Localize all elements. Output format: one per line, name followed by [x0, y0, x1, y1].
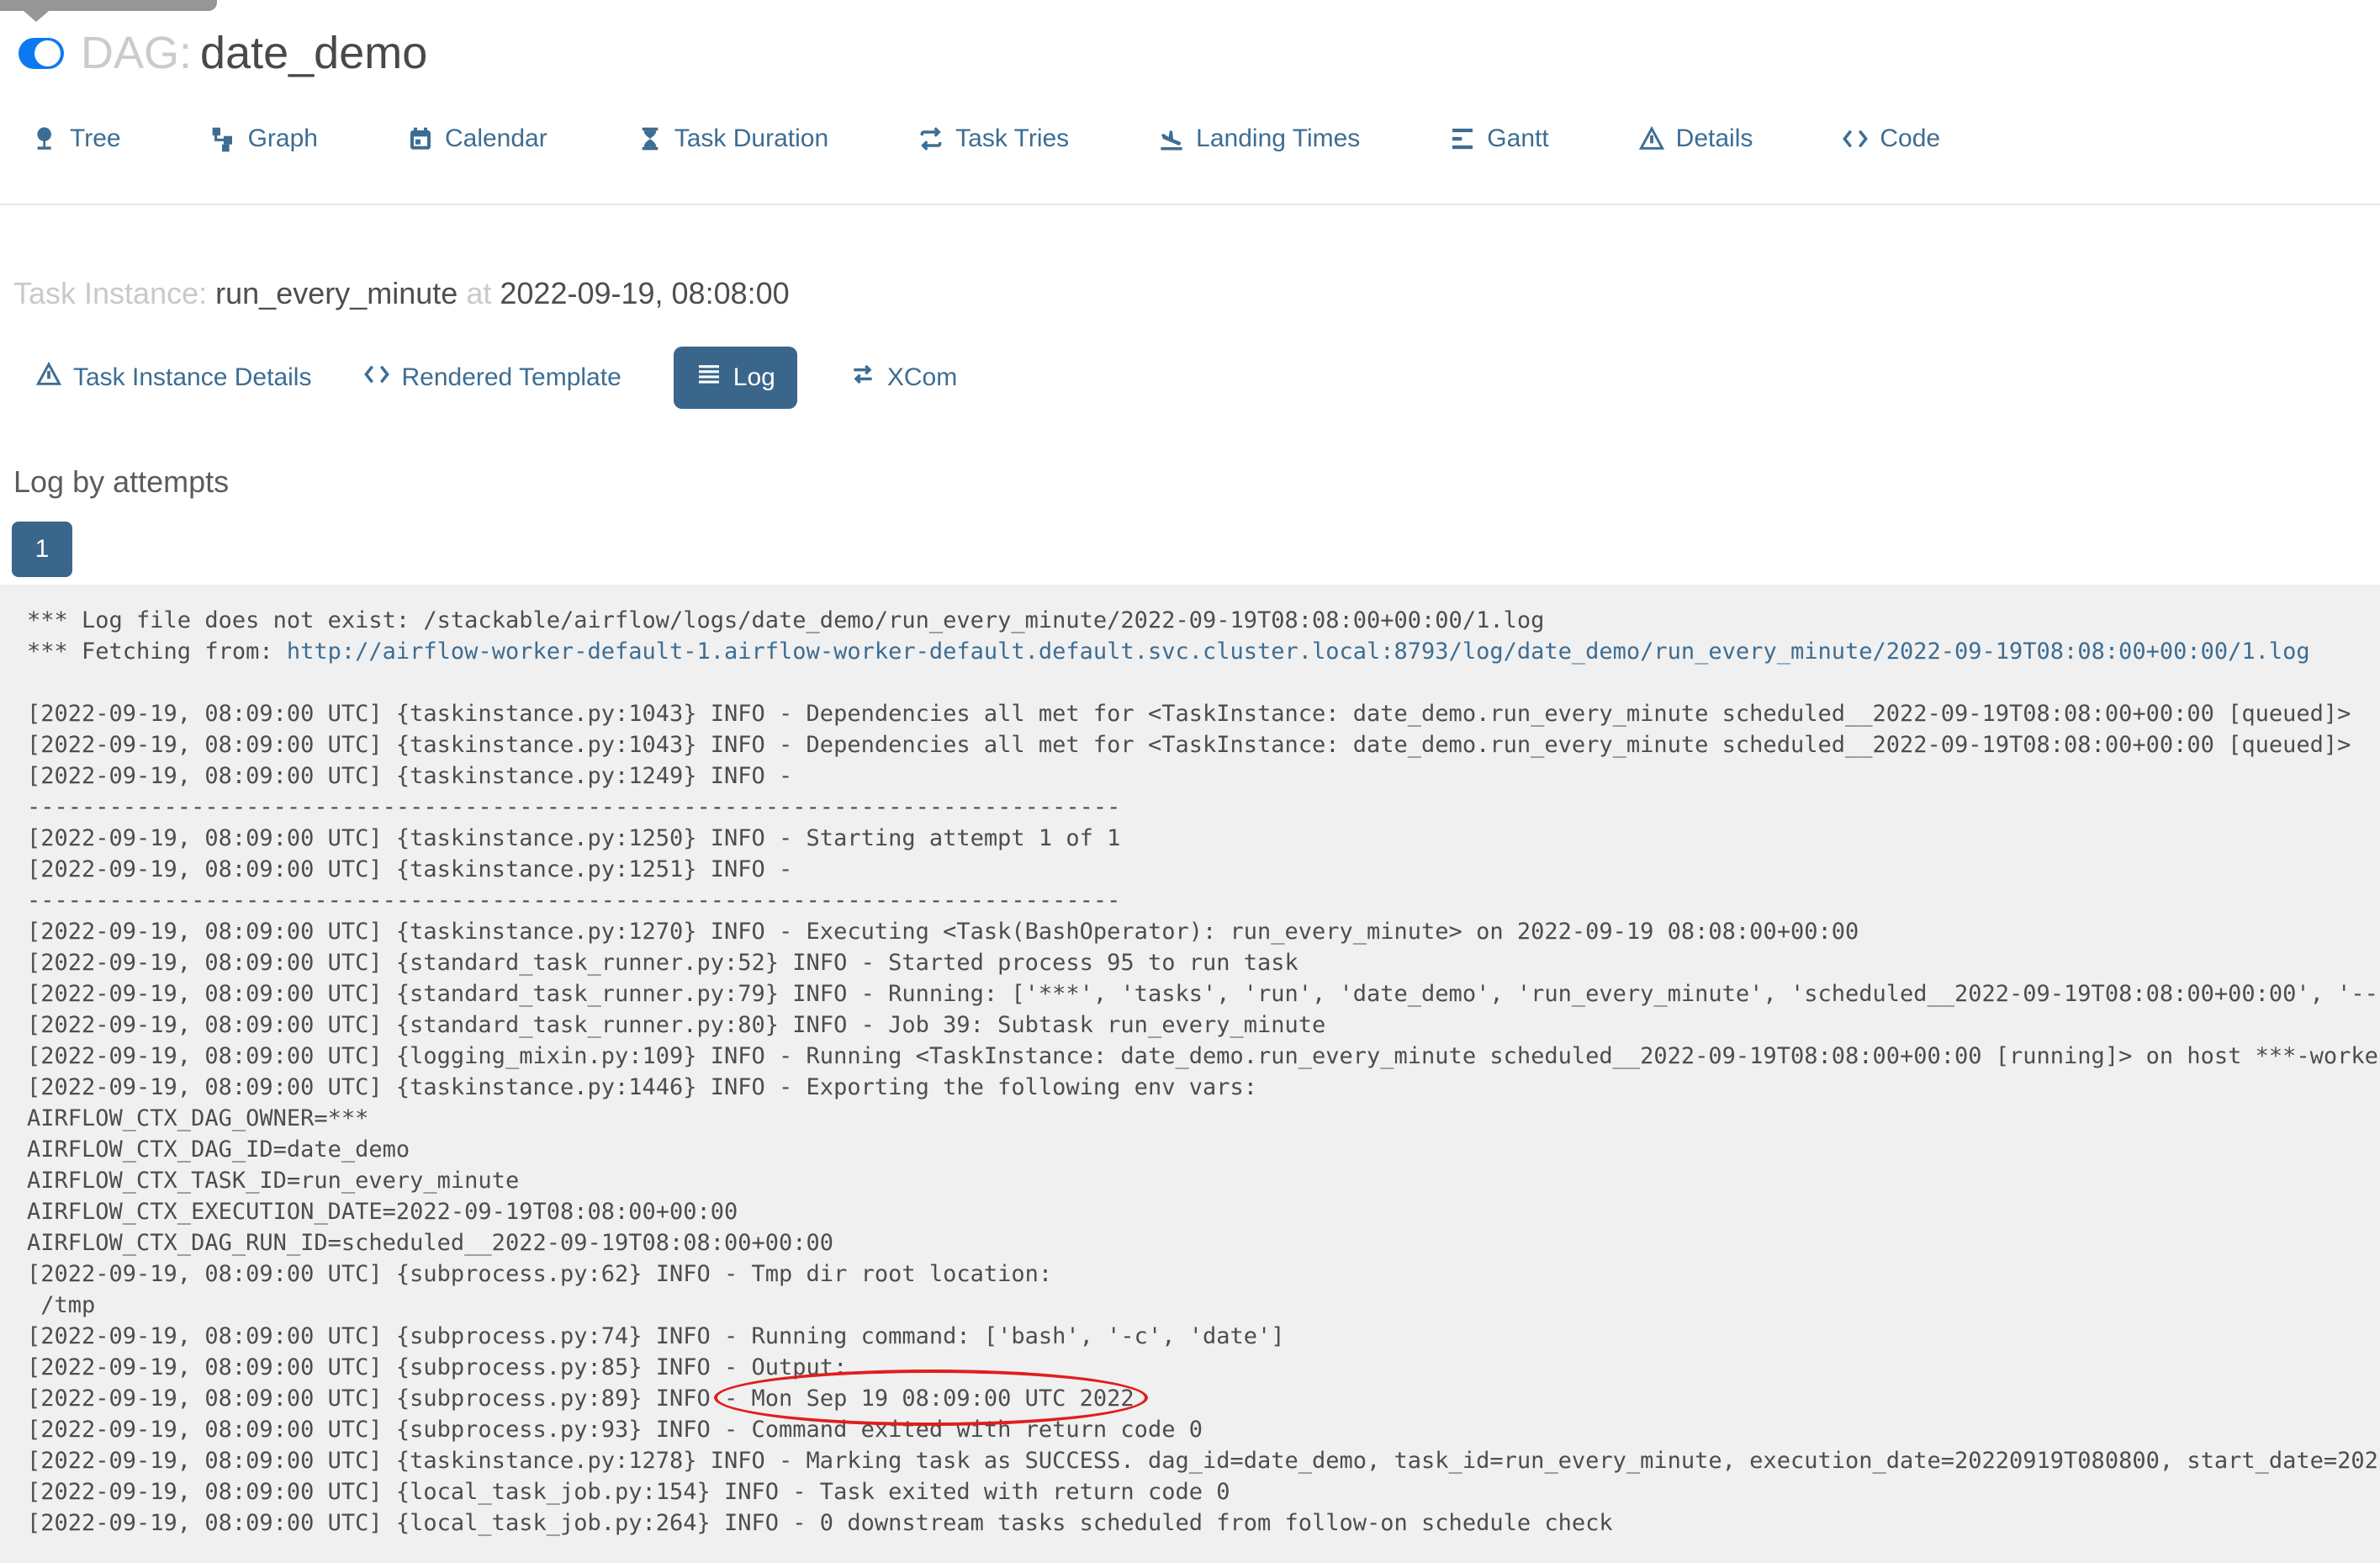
warning-triangle-icon	[35, 361, 62, 395]
task-instance-tabs: Task Instance Details Rendered Template …	[0, 347, 2380, 409]
tab-calendar[interactable]: Calendar	[407, 125, 547, 153]
task-instance-at: at	[466, 276, 492, 310]
log-output-panel: *** Log file does not exist: /stackable/…	[0, 585, 2380, 1563]
subtab-label: XCom	[886, 363, 958, 391]
tab-code[interactable]: Code	[1842, 125, 1940, 153]
tree-icon	[32, 125, 59, 152]
log-line: [2022-09-19, 08:09:00 UTC] {taskinstance…	[27, 825, 1121, 851]
log-line: AIRFLOW_CTX_TASK_ID=run_every_minute	[27, 1168, 520, 1194]
log-line: [2022-09-19, 08:09:00 UTC] {taskinstance…	[27, 856, 807, 882]
tab-task-tries[interactable]: Task Tries	[918, 125, 1069, 153]
log-line: [2022-09-19, 08:09:00 UTC] {subprocess.p…	[27, 1354, 848, 1380]
log-line: ----------------------------------------…	[27, 887, 1121, 914]
subtab-label: Log	[733, 363, 775, 391]
tooltip-fragment	[0, 0, 217, 11]
log-line: [2022-09-19, 08:09:00 UTC] {standard_tas…	[27, 1012, 1326, 1038]
tab-label: Graph	[247, 125, 318, 152]
log-line: [2022-09-19, 08:09:00 UTC] {taskinstance…	[27, 1074, 1257, 1100]
log-line: [2022-09-19, 08:09:00 UTC] {taskinstance…	[27, 1448, 2380, 1474]
task-instance-name: run_every_minute	[215, 276, 458, 310]
log-line: [2022-09-19, 08:09:00 UTC] {taskinstance…	[27, 919, 1859, 945]
subtab-log[interactable]: Log	[673, 347, 797, 409]
page-title: DAG: date_demo	[81, 30, 427, 76]
tab-details[interactable]: Details	[1638, 125, 1753, 153]
task-instance-heading: Task Instance: run_every_minute at 2022-…	[0, 276, 2380, 311]
subtab-rendered-template[interactable]: Rendered Template	[363, 361, 621, 395]
tab-label: Landing Times	[1196, 125, 1361, 152]
log-line: *** Fetching from: http://airflow-worker…	[27, 636, 2380, 667]
log-line: [2022-09-19, 08:09:00 UTC] {subprocess.p…	[27, 1370, 2380, 1426]
log-line: [2022-09-19, 08:09:00 UTC] {subprocess.p…	[27, 1417, 1203, 1443]
tab-tree[interactable]: Tree	[32, 125, 121, 153]
warning-triangle-icon	[1638, 125, 1665, 152]
attempt-1-button[interactable]: 1	[12, 522, 72, 577]
circled-date-output: - Mon Sep 19 08:09:00 UTC 2022	[714, 1370, 1148, 1426]
task-instance-label: Task Instance:	[13, 276, 208, 310]
calendar-icon	[407, 125, 434, 152]
tab-label: Calendar	[444, 125, 547, 152]
tab-label: Task Tries	[955, 125, 1070, 152]
log-line: [2022-09-19, 08:09:00 UTC] {standard_tas…	[27, 950, 1298, 976]
log-lines: *** Log file does not exist: /stackable/…	[27, 605, 2380, 1539]
tab-label: Gantt	[1487, 125, 1549, 152]
log-line: [2022-09-19, 08:09:00 UTC] {taskinstance…	[27, 701, 2351, 727]
dag-header: DAG: date_demo	[0, 0, 2380, 76]
log-line: AIRFLOW_CTX_DAG_RUN_ID=scheduled__2022-0…	[27, 1230, 834, 1256]
code-brackets-icon	[1842, 125, 1869, 152]
log-by-attempts-heading: Log by attempts	[13, 464, 230, 499]
log-line: AIRFLOW_CTX_DAG_OWNER=***	[27, 1105, 369, 1131]
tab-graph[interactable]: Graph	[210, 125, 318, 153]
tab-label: Code	[1880, 125, 1941, 152]
log-line: *** Log file does not exist: /stackable/…	[27, 607, 1545, 633]
graph-icon	[210, 125, 237, 152]
log-line: [2022-09-19, 08:09:00 UTC] {subprocess.p…	[27, 1323, 1285, 1349]
list-lines-icon	[695, 361, 722, 395]
log-line: AIRFLOW_CTX_DAG_ID=date_demo	[27, 1136, 410, 1163]
tab-label: Details	[1675, 125, 1753, 152]
log-text: *** Fetching from:	[27, 638, 287, 665]
retry-arrows-icon	[918, 125, 944, 152]
tab-gantt[interactable]: Gantt	[1449, 125, 1549, 153]
log-line: AIRFLOW_CTX_EXECUTION_DATE=2022-09-19T08…	[27, 1199, 738, 1225]
log-line: [2022-09-19, 08:09:00 UTC] {local_task_j…	[27, 1479, 1230, 1505]
subtab-task-instance-details[interactable]: Task Instance Details	[35, 361, 311, 395]
log-fetch-url-link[interactable]: http://airflow-worker-default-1.airflow-…	[287, 638, 2310, 665]
toggle-knob	[34, 40, 61, 66]
code-brackets-icon	[363, 361, 390, 395]
hourglass-icon	[637, 125, 664, 152]
log-line: /tmp	[27, 1292, 96, 1318]
log-line: [2022-09-19, 08:09:00 UTC] {subprocess.p…	[27, 1261, 1053, 1287]
subtab-xcom[interactable]: XCom	[849, 361, 957, 395]
log-line: ----------------------------------------…	[27, 794, 1121, 820]
dag-pause-toggle[interactable]	[19, 37, 64, 69]
tab-label: Tree	[70, 125, 121, 152]
log-line: [2022-09-19, 08:09:00 UTC] {local_task_j…	[27, 1510, 1613, 1536]
log-text: [2022-09-19, 08:09:00 UTC] {subprocess.p…	[27, 1386, 725, 1412]
tab-task-duration[interactable]: Task Duration	[637, 125, 828, 153]
subtab-label: Task Instance Details	[73, 363, 312, 391]
dag-name: date_demo	[200, 28, 428, 78]
dag-view-tabs: Tree Graph Calendar Task Duration Task T…	[0, 125, 2380, 205]
log-line: [2022-09-19, 08:09:00 UTC] {taskinstance…	[27, 763, 807, 789]
attempt-row: 1	[0, 522, 2380, 577]
log-line: [2022-09-19, 08:09:00 UTC] {logging_mixi…	[27, 1043, 2380, 1069]
align-bars-icon	[1449, 125, 1476, 152]
tab-landing-times[interactable]: Landing Times	[1158, 125, 1360, 153]
dag-label: DAG:	[81, 28, 193, 78]
tab-label: Task Duration	[674, 125, 829, 152]
tooltip-arrow	[24, 11, 49, 22]
plane-landing-icon	[1158, 125, 1185, 152]
subtab-label: Rendered Template	[401, 363, 621, 391]
log-line: [2022-09-19, 08:09:00 UTC] {standard_tas…	[27, 981, 2380, 1007]
swap-arrows-icon	[849, 361, 876, 395]
log-line: [2022-09-19, 08:09:00 UTC] {taskinstance…	[27, 732, 2351, 758]
task-instance-datetime: 2022-09-19, 08:08:00	[500, 276, 790, 310]
